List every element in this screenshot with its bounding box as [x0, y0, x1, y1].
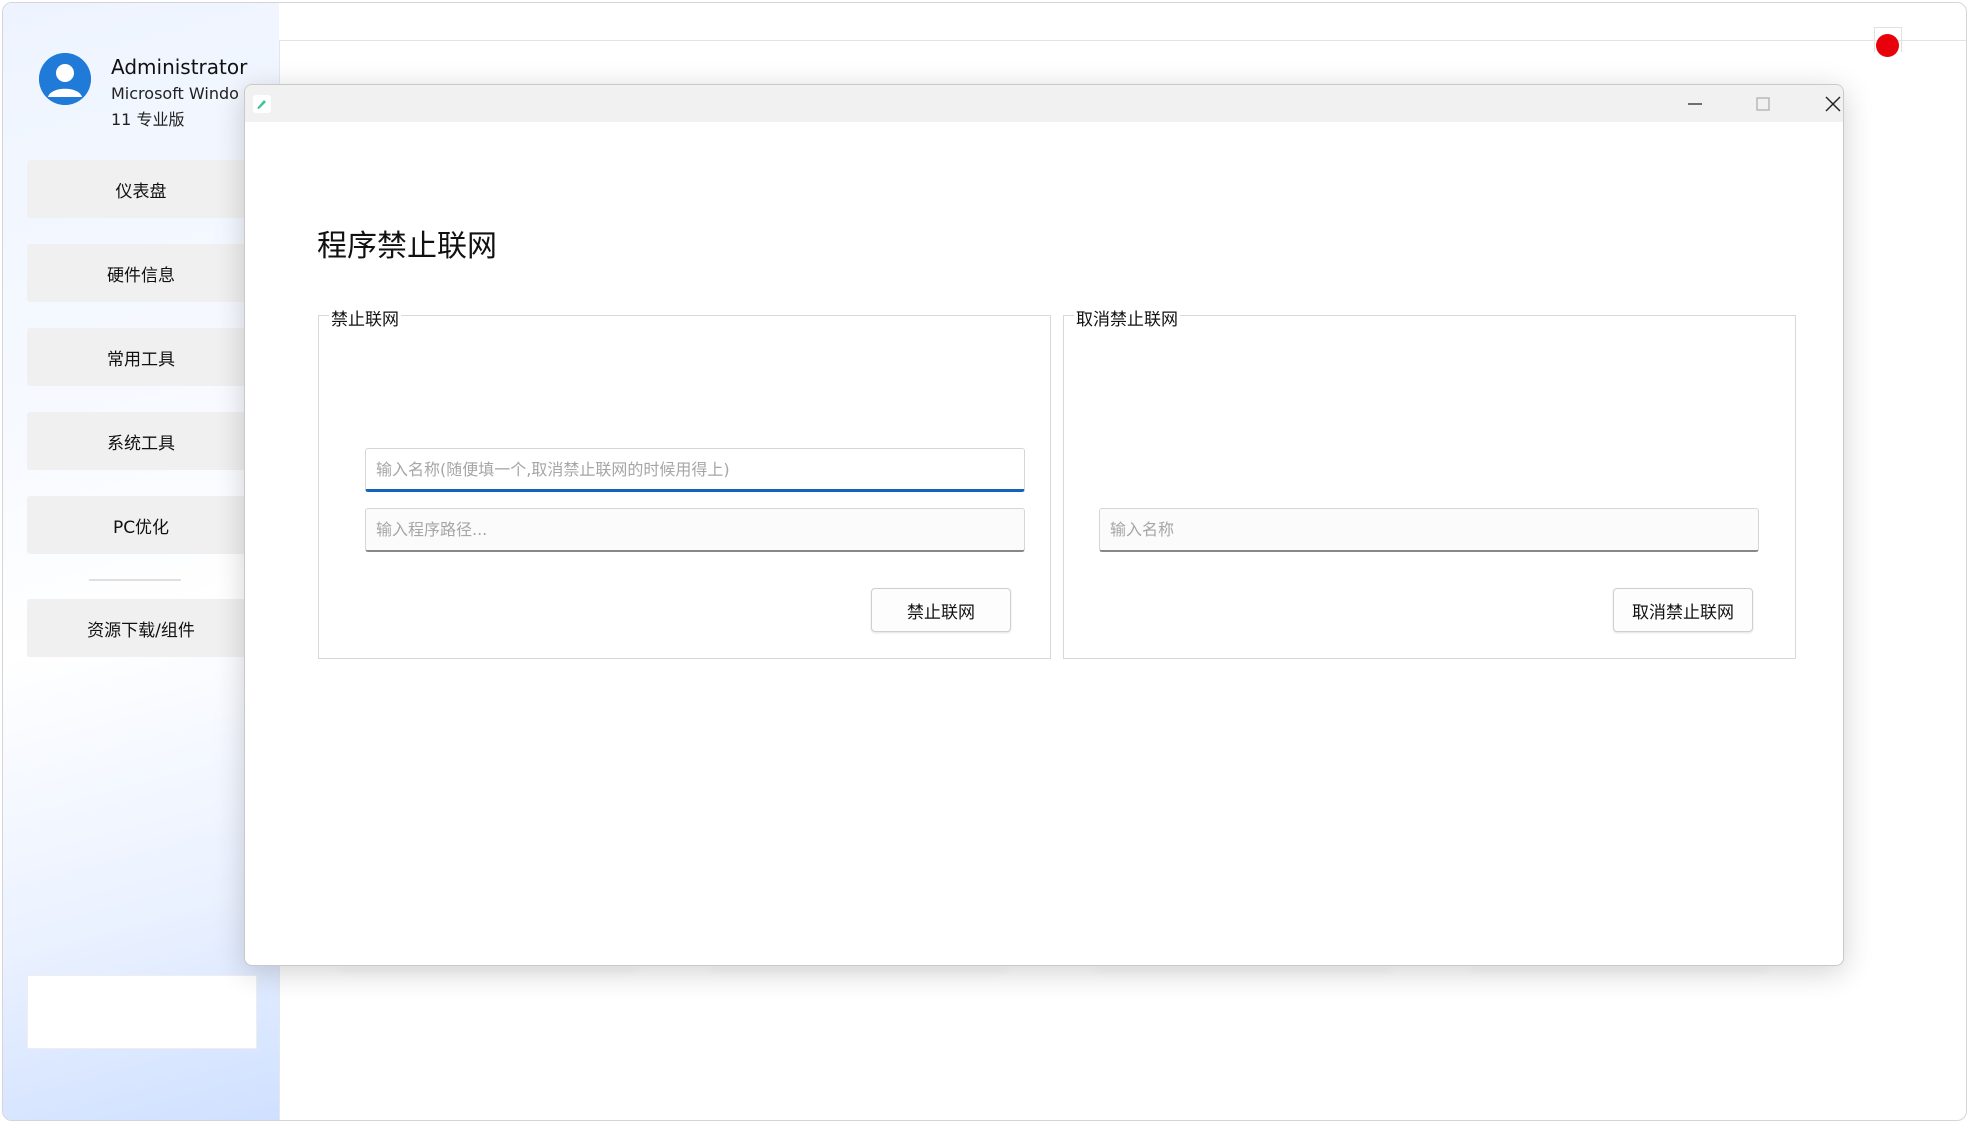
- unblock-name-input[interactable]: [1099, 508, 1759, 552]
- sidebar-bottom-panel: [27, 975, 257, 1049]
- sidebar-item-pc-optimize[interactable]: PC优化: [27, 496, 255, 554]
- maximize-icon[interactable]: [1735, 85, 1791, 122]
- block-name-input[interactable]: [365, 448, 1025, 492]
- sidebar-item-common-tools[interactable]: 常用工具: [27, 328, 255, 386]
- sidebar: Administrator Microsoft Windo 11 专业版 仪表盘…: [3, 3, 280, 1120]
- sidebar-item-hardware-info[interactable]: 硬件信息: [27, 244, 255, 302]
- os-version: 11 专业版: [111, 110, 185, 129]
- block-group: 禁止联网 禁止联网: [318, 305, 1051, 659]
- dialog-title: 程序禁止联网: [317, 229, 497, 264]
- minimize-icon[interactable]: [1667, 85, 1723, 122]
- block-network-button[interactable]: 禁止联网: [871, 588, 1011, 632]
- sidebar-item-dashboard[interactable]: 仪表盘: [27, 160, 255, 218]
- unblock-group: 取消禁止联网 取消禁止联网: [1063, 305, 1796, 659]
- dialog-titlebar[interactable]: [245, 85, 1843, 122]
- program-path-input[interactable]: [365, 508, 1025, 552]
- block-group-legend: 禁止联网: [329, 305, 401, 330]
- close-icon[interactable]: [1805, 85, 1843, 122]
- top-bar: [279, 3, 1966, 41]
- app-icon: [253, 95, 271, 113]
- os-name: Microsoft Windo: [111, 84, 239, 103]
- sidebar-item-system-tools[interactable]: 系统工具: [27, 412, 255, 470]
- sidebar-divider: [89, 579, 181, 581]
- user-avatar-icon: [39, 53, 91, 105]
- unblock-group-legend: 取消禁止联网: [1074, 305, 1180, 330]
- sidebar-item-downloads[interactable]: 资源下载/组件: [27, 599, 255, 657]
- user-name: Administrator: [111, 55, 248, 79]
- block-network-dialog: 程序禁止联网 禁止联网 禁止联网 取消禁止联网 取消禁止联网: [244, 84, 1844, 966]
- notification-dot-icon[interactable]: [1876, 34, 1899, 57]
- unblock-network-button[interactable]: 取消禁止联网: [1613, 588, 1753, 632]
